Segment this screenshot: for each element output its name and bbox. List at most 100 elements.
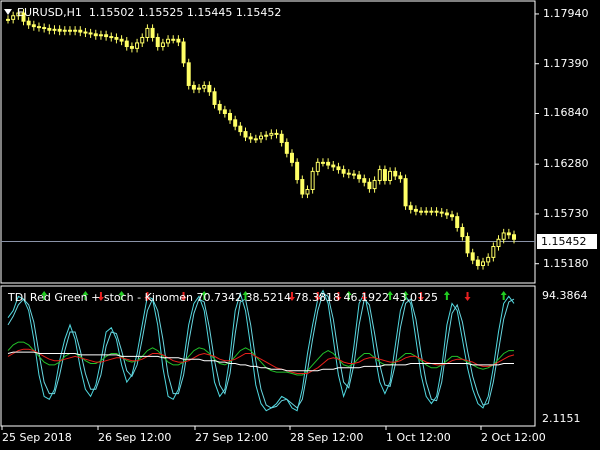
candle-body: [222, 109, 227, 114]
candle-body: [320, 161, 325, 164]
candle-body: [145, 27, 150, 38]
candle-body: [413, 208, 418, 212]
candle-body: [259, 135, 263, 140]
candle-body: [434, 210, 439, 213]
candle-body: [269, 132, 274, 136]
candle-body: [439, 211, 444, 214]
candle-body: [62, 29, 67, 32]
candle-body: [398, 175, 403, 180]
candle-body: [481, 261, 486, 267]
candle-body: [315, 161, 320, 172]
candle-body: [253, 138, 258, 141]
candle-body: [207, 84, 212, 93]
candle-body: [217, 103, 222, 111]
candle-body: [486, 256, 491, 263]
candle-body: [52, 28, 57, 31]
candle-body: [465, 236, 470, 254]
candle-body: [377, 169, 382, 181]
candle-body: [109, 36, 114, 39]
candle-body: [362, 178, 367, 183]
candle-body: [289, 152, 294, 163]
candle-body: [501, 232, 506, 240]
dropdown-triangle-icon[interactable]: [4, 9, 12, 15]
candle-body: [248, 136, 253, 140]
candle-body: [160, 42, 165, 48]
candle-body: [243, 131, 248, 138]
time-axis-ticks: [1, 426, 482, 430]
candle-body: [450, 214, 455, 218]
candle-body: [73, 29, 78, 32]
candle-body: [191, 84, 196, 90]
candle-body: [393, 170, 398, 177]
candle-body: [326, 161, 331, 166]
candle-body: [382, 169, 387, 181]
candle-body: [300, 179, 305, 195]
candle-body: [419, 210, 424, 213]
candles-layer: [6, 8, 516, 270]
candle-body: [83, 31, 88, 34]
candle-body: [228, 112, 233, 121]
up-arrow-icon: [443, 291, 450, 300]
candle-body: [331, 164, 336, 168]
indicator-line-stoch_fast: [7, 289, 515, 412]
indicator-axis-top: 94.3864: [542, 289, 588, 302]
candle-body: [346, 172, 351, 175]
candle-body: [351, 173, 356, 176]
indicator-axis-bottom: 2.1151: [542, 412, 581, 425]
time-tick-label: 28 Sep 12:00: [290, 431, 364, 444]
candle-body: [150, 27, 155, 38]
price-pane-frame: [0, 0, 536, 284]
candle-body: [506, 232, 511, 236]
up-arrow-icon: [500, 291, 507, 300]
candle-body: [367, 181, 372, 190]
chart-title[interactable]: EURUSD,H1 1.15502 1.15525 1.15445 1.1545…: [4, 6, 281, 19]
candle-body: [274, 132, 279, 135]
candle-body: [181, 41, 186, 64]
candle-body: [444, 212, 449, 216]
candle-body: [429, 210, 434, 213]
candle-body: [491, 246, 496, 258]
candle-body: [424, 210, 429, 213]
price-tick-label: 1.16280: [543, 157, 589, 171]
candle-body: [336, 166, 341, 171]
candle-body: [114, 36, 119, 40]
candle-body: [88, 32, 93, 35]
candle-body: [295, 161, 300, 181]
candle-body: [279, 133, 284, 143]
candle-body: [135, 42, 140, 49]
down-arrow-icon: [464, 292, 471, 301]
candle-body: [197, 87, 202, 90]
candle-body: [26, 20, 31, 26]
candle-body: [129, 46, 134, 49]
current-price-badge: 1.15452: [537, 234, 597, 249]
candle-body: [78, 29, 83, 33]
indicator-title: TDI Red Green + stoch - Kinomen 70.7342 …: [8, 291, 438, 304]
candle-body: [496, 238, 501, 248]
candle-body: [104, 34, 109, 38]
candle-body: [166, 38, 171, 44]
candle-body: [408, 205, 413, 210]
chart-canvas[interactable]: [0, 0, 600, 450]
candle-body: [238, 125, 243, 133]
candle-body: [171, 38, 176, 41]
candle-body: [67, 29, 72, 32]
price-tick-label: 1.17940: [543, 6, 589, 20]
candle-body: [186, 62, 191, 86]
candle-body: [460, 227, 465, 238]
symbol-timeframe: EURUSD,H1: [17, 6, 82, 19]
time-tick-label: 2 Oct 12:00: [481, 431, 546, 444]
indicator-line-red: [7, 348, 515, 374]
candle-body: [6, 18, 10, 21]
price-axis-ticks: [535, 13, 539, 265]
candle-body: [455, 216, 460, 229]
candle-body: [233, 119, 238, 127]
candle-body: [357, 174, 362, 180]
candle-body: [36, 26, 41, 29]
candle-body: [475, 259, 480, 267]
candle-body: [140, 36, 145, 44]
candle-body: [98, 34, 103, 37]
time-tick-label: 1 Oct 12:00: [386, 431, 451, 444]
candle-body: [212, 91, 217, 105]
candle-body: [93, 33, 98, 37]
candle-body: [119, 38, 124, 42]
